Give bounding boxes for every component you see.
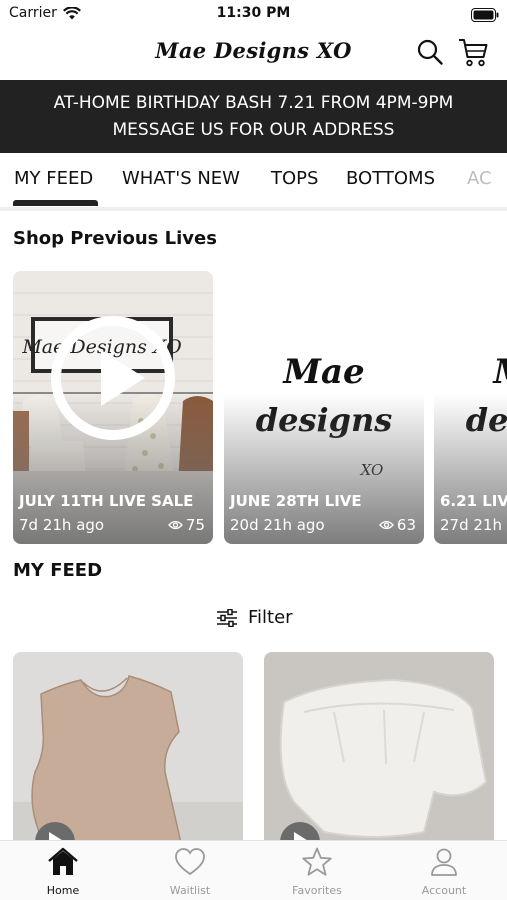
live-age: 7d 21h ago <box>19 516 105 534</box>
live-views: 63 <box>379 516 416 534</box>
active-tab-indicator <box>13 200 98 206</box>
product-card[interactable] <box>13 652 243 852</box>
svg-text:Mae: Mae <box>492 352 507 392</box>
live-views: 75 <box>168 516 205 534</box>
status-bar: Carrier 11:30 PM <box>0 0 507 28</box>
tabs-divider <box>0 207 507 211</box>
live-title: JULY 11TH LIVE SALE <box>19 492 194 510</box>
product-image <box>13 652 243 852</box>
live-video-card[interactable]: Mae designs XO JUNE 28TH LIVE 20d 21h ag… <box>224 271 424 544</box>
product-card[interactable] <box>264 652 494 852</box>
views-count: 75 <box>185 516 205 534</box>
filter-label: Filter <box>248 607 293 628</box>
tab-tops[interactable]: TOPS <box>271 168 318 189</box>
play-icon <box>101 350 145 406</box>
eye-icon <box>379 520 394 530</box>
views-count: 63 <box>396 516 416 534</box>
category-tabs: MY FEED WHAT'S NEW TOPS BOTTOMS AC <box>0 153 507 209</box>
nav-favorites[interactable]: Favorites <box>254 847 380 897</box>
nav-home[interactable]: Home <box>0 847 126 897</box>
nav-label: Home <box>46 884 80 897</box>
battery-icon <box>471 7 499 26</box>
app-header: Mae Designs XO <box>0 28 507 80</box>
live-title: 6.21 LIVE <box>440 492 507 510</box>
live-video-card[interactable]: Mae Designs XO JULY 11TH LIVE SALE 7d 21… <box>13 271 213 544</box>
nav-label: Waitlist <box>169 884 211 897</box>
svg-text:Mae: Mae <box>282 352 364 392</box>
tab-my-feed[interactable]: MY FEED <box>14 168 93 189</box>
nav-label: Favorites <box>292 884 342 897</box>
star-icon <box>302 847 332 876</box>
nav-waitlist[interactable]: Waitlist <box>127 847 253 897</box>
status-time: 11:30 PM <box>216 5 291 21</box>
tab-accessories[interactable]: AC <box>467 168 492 189</box>
home-icon <box>48 847 78 875</box>
sliders-icon <box>217 608 237 627</box>
tab-bottoms[interactable]: BOTTOMS <box>346 168 435 189</box>
play-button[interactable] <box>51 316 175 440</box>
live-video-card[interactable]: Mae designs 6.21 LIVE 27d 21h ago <box>434 271 507 544</box>
live-age: 27d 21h ago <box>440 516 507 534</box>
cart-icon[interactable] <box>457 36 489 72</box>
banner-line-2: MESSAGE US FOR OUR ADDRESS <box>112 120 395 140</box>
live-age: 20d 21h ago <box>230 516 325 534</box>
bottom-nav: Home Waitlist Favorites Account <box>0 840 507 900</box>
person-icon <box>431 848 457 876</box>
tab-whats-new[interactable]: WHAT'S NEW <box>122 168 240 189</box>
section-title-my-feed: MY FEED <box>13 560 103 581</box>
section-title-previous-lives: Shop Previous Lives <box>13 228 217 249</box>
live-title: JUNE 28TH LIVE <box>230 492 362 510</box>
search-icon[interactable] <box>416 38 444 70</box>
previous-lives-carousel[interactable]: Mae Designs XO JULY 11TH LIVE SALE 7d 21… <box>0 271 507 544</box>
heart-icon <box>175 848 205 876</box>
banner-line-1: AT-HOME BIRTHDAY BASH 7.21 FROM 4PM-9PM <box>53 93 454 113</box>
filter-button[interactable]: Filter <box>216 607 293 628</box>
announcement-banner[interactable]: AT-HOME BIRTHDAY BASH 7.21 FROM 4PM-9PM … <box>0 80 507 153</box>
nav-account[interactable]: Account <box>381 847 507 897</box>
filter-row: Filter <box>0 603 507 633</box>
product-image <box>264 652 494 852</box>
eye-icon <box>168 520 183 530</box>
nav-label: Account <box>421 884 467 897</box>
